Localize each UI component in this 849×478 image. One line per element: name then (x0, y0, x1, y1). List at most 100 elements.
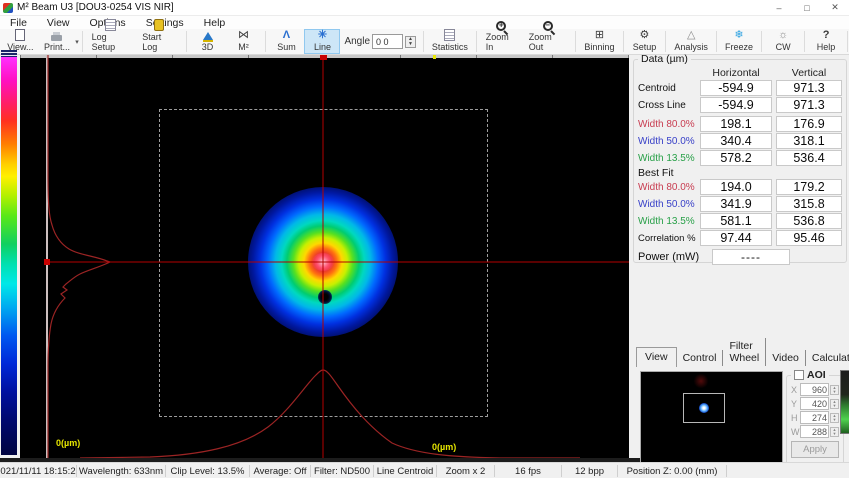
help-button[interactable]: ? Help (808, 29, 844, 54)
title-bar: M² Beam U3 [DOU3-0254 VIS NIR] – □ ✕ (0, 0, 849, 16)
width80-vertical-value: 176.9 (776, 116, 842, 132)
ruler-yellow-tick (433, 55, 436, 59)
maximize-button[interactable]: □ (793, 0, 821, 15)
crosshair-left-marker[interactable] (44, 259, 50, 265)
aoi-w-label: W (791, 427, 800, 437)
tab-filter-wheel[interactable]: Filter Wheel (723, 338, 766, 366)
toolbar-separator (82, 31, 83, 52)
menu-file[interactable]: File (0, 17, 37, 29)
bestfit-width50-vertical-value: 315.8 (776, 196, 842, 212)
analysis-button[interactable]: △ Analysis (669, 29, 713, 54)
table-row: Centroid -594.9 971.3 (638, 80, 842, 96)
setup-button[interactable]: ⚙ Setup (626, 29, 662, 54)
status-datetime: 2021/11/11 18:15:21 (0, 465, 77, 477)
table-row: Width 50.0% 340.4 318.1 (638, 133, 842, 149)
apply-button[interactable]: Apply (791, 441, 839, 458)
width50-horizontal-value: 340.4 (700, 133, 772, 149)
status-fps: 16 fps (495, 465, 562, 477)
minimize-button[interactable]: – (765, 0, 793, 15)
power-row: Power (mW) ---- (638, 248, 842, 265)
snowflake-icon: ❄ (734, 30, 743, 41)
aoi-y-spinner[interactable]: ▲▼ (830, 399, 839, 409)
centroid-horizontal-value: -594.9 (700, 80, 772, 96)
zoom-out-button[interactable]: − Zoom Out (523, 29, 573, 54)
aoi-y-input[interactable]: 420 (800, 397, 829, 410)
magnifier-minus-icon: − (543, 21, 553, 31)
beam-display[interactable]: 0(µm) 0(µm) (20, 55, 629, 458)
crosshair-top-marker[interactable] (320, 55, 327, 60)
aoi-h-input[interactable]: 274 (800, 411, 829, 424)
toolbar-separator (265, 31, 266, 52)
power-label: Power (mW) (638, 251, 712, 263)
level-indicator-slider[interactable] (840, 370, 849, 434)
status-zoom: Zoom x 2 (437, 465, 495, 477)
width80-horizontal-value: 198.1 (700, 116, 772, 132)
menu-settings[interactable]: Settings (136, 17, 194, 29)
crossline-vertical-value: 971.3 (776, 97, 842, 113)
status-position-z: Position Z: 0.00 (mm) (618, 465, 727, 477)
spinner-down-icon[interactable]: ▼ (406, 42, 415, 47)
table-row: Width 80.0% 198.1 176.9 (638, 116, 842, 132)
tab-calculation[interactable]: Calculation (806, 350, 849, 366)
binning-button[interactable]: ⊞ Binning (579, 29, 619, 54)
table-row: Width 80.0% 194.0 179.2 (638, 179, 842, 195)
width135-horizontal-value: 578.2 (700, 150, 772, 166)
sun-icon: ☼ (778, 30, 788, 41)
crossline-horizontal-value: -594.9 (700, 97, 772, 113)
correlation-horizontal-value: 97.44 (700, 230, 772, 246)
aoi-x-input[interactable]: 960 (800, 383, 829, 396)
aoi-x-spinner[interactable]: ▲▼ (830, 385, 839, 395)
camera-preview-thumbnail[interactable] (640, 371, 783, 464)
log-setup-button[interactable]: Log Setup (86, 29, 137, 54)
cone-icon (203, 32, 213, 40)
right-panel-tabs: View Control Filter Wheel Video Calculat… (636, 346, 846, 366)
menu-help[interactable]: Help (194, 17, 236, 29)
3d-button[interactable]: 3D (190, 29, 226, 54)
power-value: ---- (712, 249, 790, 265)
best-fit-label: Best Fit (638, 167, 842, 179)
aoi-h-spinner[interactable]: ▲▼ (830, 413, 839, 423)
close-button[interactable]: ✕ (821, 0, 849, 15)
toolbar-separator (716, 31, 717, 52)
status-bpp: 12 bpp (562, 465, 618, 477)
table-row: Width 13.5% 581.1 536.8 (638, 213, 842, 229)
printer-icon (51, 35, 62, 41)
bestfit-width135-horizontal-value: 581.1 (700, 213, 772, 229)
menu-view[interactable]: View (37, 17, 80, 29)
line-button[interactable]: ✳ Line (304, 29, 340, 54)
aoi-h-label: H (791, 413, 800, 423)
print-button[interactable]: Print... (39, 29, 75, 54)
status-bar: 2021/11/11 18:15:21 Wavelength: 633nm Cl… (0, 462, 849, 478)
stats-doc-icon (444, 29, 455, 41)
bestfit-width50-horizontal-value: 341.9 (700, 196, 772, 212)
cw-button[interactable]: ☼ CW (765, 29, 801, 54)
aoi-checkbox[interactable] (794, 370, 804, 380)
data-panel: Data (µm) Horizontal Vertical Centroid -… (633, 53, 847, 263)
statistics-button[interactable]: Statistics (427, 29, 473, 54)
question-icon: ? (823, 30, 830, 41)
aoi-w-spinner[interactable]: ▲▼ (830, 427, 839, 437)
sum-button[interactable]: Λ Sum (268, 29, 304, 54)
bestfit-width80-vertical-value: 179.2 (776, 179, 842, 195)
correlation-vertical-value: 95.46 (776, 230, 842, 246)
notepad-icon (105, 19, 116, 31)
horizontal-profile-curve (80, 370, 580, 458)
aoi-w-input[interactable]: 288 (800, 425, 829, 438)
bestfit-width80-horizontal-value: 194.0 (700, 179, 772, 195)
m2-button[interactable]: ⋈ M² (226, 29, 262, 54)
tab-control[interactable]: Control (677, 350, 724, 366)
tab-view[interactable]: View (636, 347, 677, 367)
angle-spinner[interactable]: ▲ ▼ (405, 36, 416, 48)
angle-input[interactable]: 0 0 (372, 34, 403, 49)
app-icon (3, 3, 13, 13)
freeze-button[interactable]: ❄ Freeze (720, 29, 758, 54)
tab-video[interactable]: Video (766, 350, 806, 366)
table-row: Cross Line -594.9 971.3 (638, 97, 842, 113)
start-log-button[interactable]: Start Log (136, 29, 182, 54)
angle-label: Angle (344, 36, 370, 47)
zoom-in-button[interactable]: + Zoom In (480, 29, 523, 54)
print-dropdown-caret-icon[interactable]: ▾ (75, 38, 79, 46)
menu-bar: File View Options Settings Help (0, 16, 849, 29)
thumbnail-beam-dot (699, 403, 709, 413)
width50-vertical-value: 318.1 (776, 133, 842, 149)
